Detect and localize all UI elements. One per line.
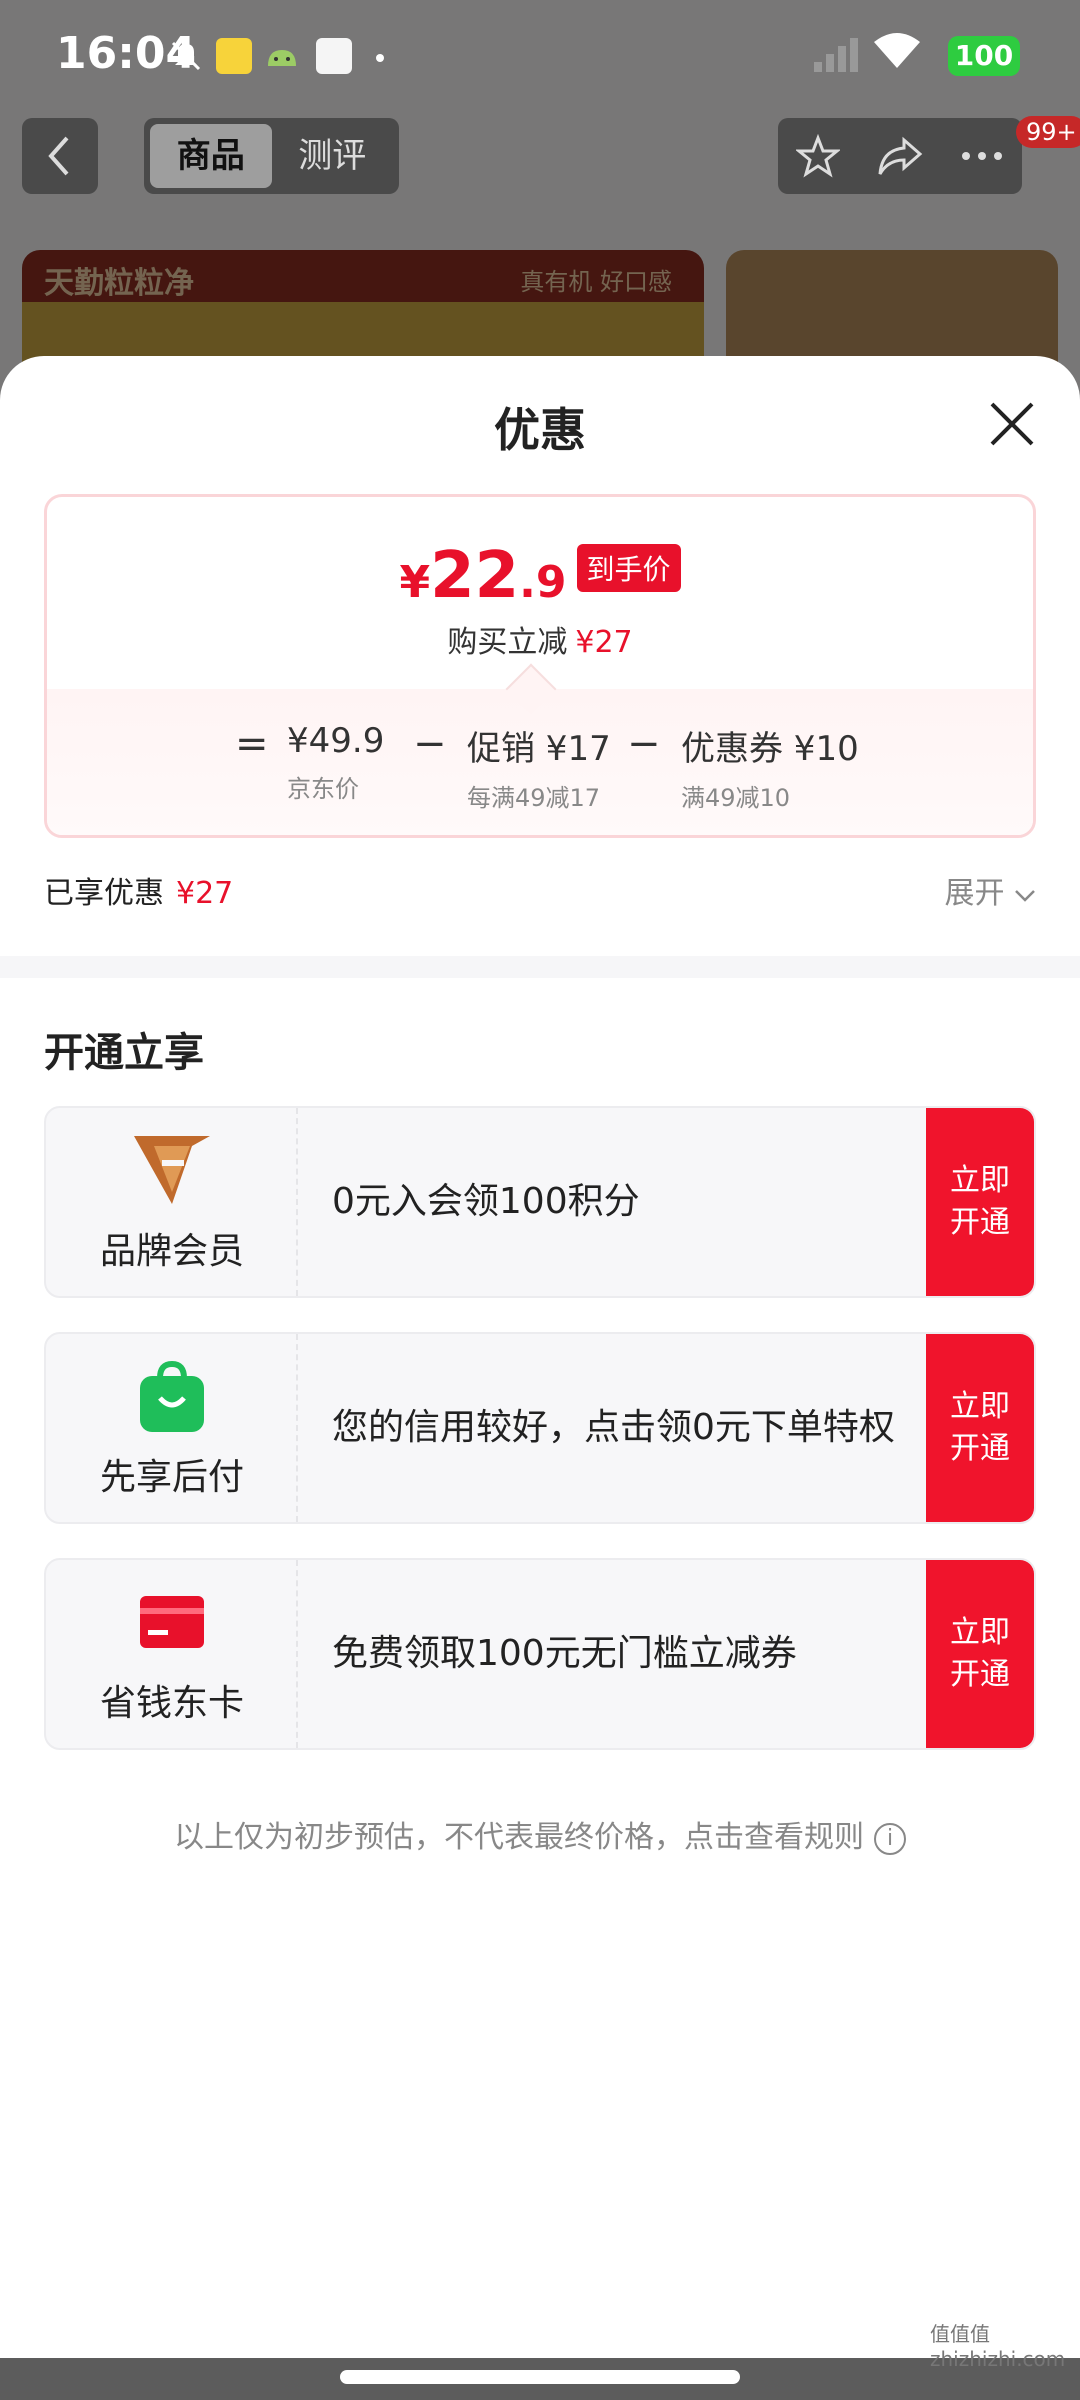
formula-item-promotion: 促销 ¥17 每满49减17 [467, 721, 611, 813]
formula-item-coupon: 优惠券 ¥10 满49减10 [681, 721, 859, 813]
benefit-description: 您的信用较好，点击领0元下单特权 [332, 1406, 895, 1448]
jd-price-label: 京东价 [287, 775, 359, 803]
sheet-title: 优惠 [494, 403, 586, 457]
final-price: ¥22.9 到手价 [47, 539, 1033, 613]
reduce-row: 购买立减 ¥27 [47, 617, 1033, 661]
home-indicator[interactable] [340, 2370, 740, 2384]
activate-button[interactable]: 立即开通 [926, 1560, 1034, 1748]
benefit-description: 免费领取100元无门槛立减券 [332, 1632, 797, 1674]
android-icon [268, 50, 296, 66]
dot-icon [376, 54, 384, 62]
mute-icon [171, 41, 201, 71]
footnote-text: 以上仅为初步预估，不代表最终价格，点击查看规则 [174, 1820, 864, 1855]
section-title: 开通立享 [44, 1030, 204, 1076]
coupon-rule: 满49减10 [681, 784, 791, 812]
benefit-description: 0元入会领100积分 [332, 1180, 640, 1222]
benefit-name: 品牌会员 [99, 1231, 244, 1272]
discount-sheet: 优惠 ¥22.9 到手价 购买立减 ¥27 = ¥49.9 京东价 − 促销 ¥17… [0, 356, 1080, 2400]
estimate-disclaimer[interactable]: 以上仅为初步预估，不代表最终价格，点击查看规则 i [0, 1812, 1080, 1856]
coupon-value: 优惠券 ¥10 [681, 729, 859, 769]
wifi-icon [874, 33, 920, 68]
benefit-left: 省钱东卡 [46, 1560, 298, 1748]
price-formula: = ¥49.9 京东价 − 促销 ¥17 每满49减17 − 优惠券 ¥10 满… [47, 721, 1033, 821]
info-icon[interactable]: i [874, 1823, 906, 1855]
promotion-rule: 每满49减17 [467, 784, 601, 812]
star-icon[interactable] [796, 134, 840, 178]
message-badge: 99+ [1016, 116, 1080, 148]
action-group [778, 118, 1022, 194]
tab-review[interactable]: 测评 [272, 124, 394, 188]
signal-icon [814, 38, 858, 72]
minus-sign: − [627, 721, 661, 767]
equals-sign: = [235, 721, 269, 767]
benefit-left: 品牌会员 [46, 1108, 298, 1296]
app-icon [316, 38, 352, 74]
activate-button[interactable]: 立即开通 [926, 1334, 1034, 1522]
status-bar: 16:04 100 [0, 0, 1080, 110]
expand-label: 展开 [944, 876, 1005, 911]
top-navigation: 商品 测评 99+ [0, 112, 1080, 212]
battery-indicator: 100 [948, 36, 1020, 76]
share-icon[interactable] [876, 134, 924, 178]
jd-price-value: ¥49.9 [287, 721, 385, 761]
chevron-down-icon [1015, 890, 1035, 902]
close-icon[interactable] [984, 396, 1040, 452]
benefit-card-brand-member[interactable]: 品牌会员 0元入会领100积分 立即开通 [44, 1106, 1036, 1298]
card-icon [140, 1596, 204, 1648]
enjoyed-discount-row: 已享优惠 ¥27 展开 [44, 868, 1036, 928]
back-button[interactable] [22, 118, 98, 194]
tab-product[interactable]: 商品 [150, 124, 272, 188]
formula-item-jd-price: ¥49.9 京东价 [287, 721, 384, 804]
benefit-name: 省钱东卡 [99, 1683, 244, 1724]
chevron-left-icon [48, 136, 69, 176]
expand-button[interactable]: 展开 [944, 868, 1036, 912]
enjoyed-discount: 已享优惠 ¥27 [44, 868, 233, 912]
gesture-bar [0, 2358, 1080, 2400]
price-decimal: .9 [519, 557, 567, 608]
promotion-value: 促销 ¥17 [467, 729, 611, 769]
enjoyed-value: ¥27 [176, 876, 234, 911]
benefit-card-savings-card[interactable]: 省钱东卡 免费领取100元无门槛立减券 立即开通 [44, 1558, 1036, 1750]
benefit-name: 先享后付 [99, 1457, 244, 1498]
activate-button[interactable]: 立即开通 [926, 1108, 1034, 1296]
brand-member-icon [134, 1136, 210, 1204]
enjoyed-label: 已享优惠 [44, 876, 164, 911]
shopping-bag-icon [140, 1360, 204, 1432]
watermark: 值值值 zhizhizhi.com [930, 2322, 1066, 2371]
final-price-tag: 到手价 [576, 544, 681, 592]
tab-switcher: 商品 测评 [144, 118, 399, 194]
more-icon[interactable] [960, 150, 1004, 162]
reduce-value: ¥27 [575, 625, 633, 660]
benefit-card-pay-later[interactable]: 先享后付 您的信用较好，点击领0元下单特权 立即开通 [44, 1332, 1036, 1524]
minus-sign: − [413, 721, 447, 767]
price-symbol: ¥ [399, 557, 431, 608]
app-notify-icon [216, 38, 252, 74]
reduce-label: 购买立减 [447, 625, 568, 660]
section-divider [0, 956, 1080, 978]
price-breakdown-card: ¥22.9 到手价 购买立减 ¥27 = ¥49.9 京东价 − 促销 ¥17 每满… [44, 494, 1036, 838]
price-integer: 22 [430, 539, 520, 613]
benefit-left: 先享后付 [46, 1334, 298, 1522]
